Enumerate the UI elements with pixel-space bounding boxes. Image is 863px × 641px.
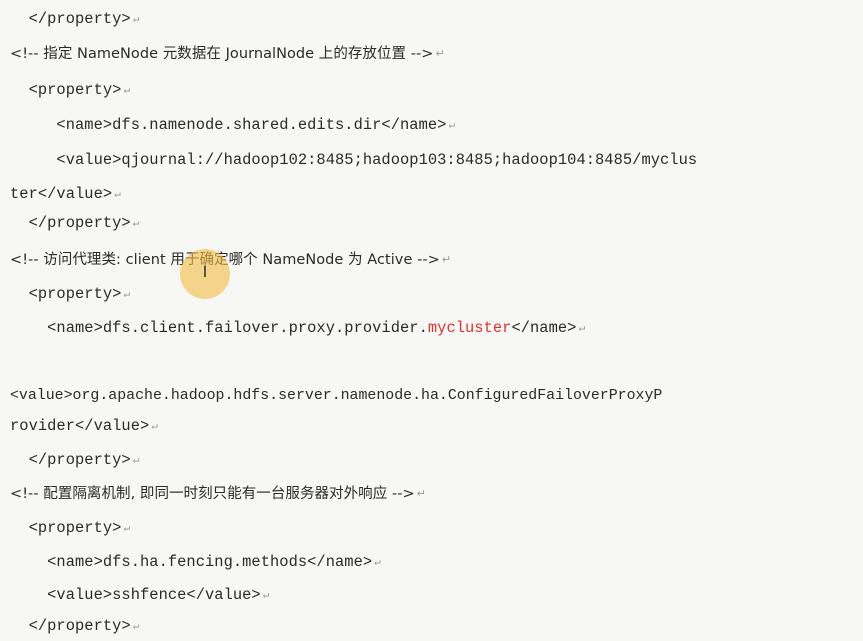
code-comment-journalnode: <!-- 指定 NameNode 元数据在 JournalNode 上的存放位置… bbox=[10, 40, 445, 68]
highlighted-cluster-name: mycluster bbox=[427, 319, 512, 337]
code-line-property-open: <property> ↵ bbox=[10, 76, 131, 104]
return-mark-icon: ↵ bbox=[151, 421, 158, 433]
return-mark-icon: ↵ bbox=[374, 557, 381, 569]
return-mark-icon: ↵ bbox=[114, 189, 121, 201]
line-text: <property> bbox=[10, 81, 122, 99]
line-text: </property> bbox=[10, 10, 131, 28]
line-text: rovider</value> bbox=[10, 417, 150, 435]
code-line-value-qjournal: <value>qjournal://hadoop102:8485;hadoop1… bbox=[10, 146, 697, 174]
line-text: <!-- 指定 NameNode 元数据在 JournalNode 上的存放位置… bbox=[10, 46, 434, 62]
line-text: <value>org.apache.hadoop.hdfs.server.nam… bbox=[10, 388, 663, 404]
return-mark-icon: ↵ bbox=[132, 455, 140, 467]
return-mark-icon: ↵ bbox=[123, 85, 131, 97]
line-text: <name>dfs.client.failover.proxy.provider… bbox=[10, 319, 428, 337]
code-line-name-proxy-provider: <name>dfs.client.failover.proxy.provider… bbox=[10, 314, 585, 342]
return-mark-icon: ↵ bbox=[441, 253, 452, 266]
return-mark-icon: ↵ bbox=[123, 523, 131, 535]
return-mark-icon: ↵ bbox=[578, 323, 586, 335]
line-text: </name> bbox=[511, 319, 577, 337]
return-mark-icon: ↵ bbox=[448, 120, 456, 132]
return-mark-icon: ↵ bbox=[416, 487, 426, 500]
code-line-property-close: </property> ↵ bbox=[10, 5, 140, 33]
text-cursor-icon: I bbox=[202, 262, 208, 281]
line-text: ter</value> bbox=[10, 185, 113, 203]
code-line-name-fencing-methods: <name>dfs.ha.fencing.methods</name> ↵ bbox=[10, 548, 381, 576]
return-mark-icon: ↵ bbox=[262, 590, 270, 602]
code-line-property-close: </property> ↵ bbox=[10, 446, 140, 474]
code-line-value-proxy-provider: <value>org.apache.hadoop.hdfs.server.nam… bbox=[10, 382, 662, 410]
code-comment-fencing: <!-- 配置隔离机制, 即同一时刻只能有一台服务器对外响应 --> ↵ bbox=[10, 480, 426, 508]
code-line-property-open: <property> ↵ bbox=[10, 514, 131, 542]
code-line-property-close: </property> ↵ bbox=[10, 209, 140, 237]
line-text: </property> bbox=[10, 617, 131, 635]
code-line-property-open: <property> ↵ bbox=[10, 280, 131, 308]
code-line-value-proxy-provider-wrap: rovider</value> ↵ bbox=[10, 412, 158, 440]
code-line-property-close: </property> ↵ bbox=[10, 612, 140, 640]
return-mark-icon: ↵ bbox=[435, 47, 445, 60]
document-page: </property> ↵ <!-- 指定 NameNode 元数据在 Journ… bbox=[0, 0, 863, 640]
return-mark-icon: ↵ bbox=[132, 621, 140, 633]
line-text: </property> bbox=[10, 451, 131, 469]
code-line-value-sshfence: <value>sshfence</value> ↵ bbox=[10, 581, 269, 609]
line-text: <value>sshfence</value> bbox=[10, 586, 261, 604]
return-mark-icon: ↵ bbox=[132, 14, 140, 26]
line-text: <name>dfs.namenode.shared.edits.dir</nam… bbox=[10, 116, 447, 134]
return-mark-icon: ↵ bbox=[123, 289, 131, 301]
line-text: <value>qjournal://hadoop102:8485;hadoop1… bbox=[10, 151, 698, 169]
line-text: <property> bbox=[10, 519, 122, 537]
code-line-value-qjournal-wrap: ter</value> ↵ bbox=[10, 180, 121, 208]
code-line-name-shared-edits: <name>dfs.namenode.shared.edits.dir</nam… bbox=[10, 111, 455, 139]
return-mark-icon: ↵ bbox=[132, 218, 140, 230]
code-comment-proxy-class: <!-- 访问代理类: client 用于确定哪个 NameNode 为 Act… bbox=[10, 246, 451, 274]
line-text: </property> bbox=[10, 214, 131, 232]
line-text: <property> bbox=[10, 285, 122, 303]
line-text: <name>dfs.ha.fencing.methods</name> bbox=[10, 553, 373, 571]
line-text: <!-- 配置隔离机制, 即同一时刻只能有一台服务器对外响应 --> bbox=[10, 486, 415, 502]
